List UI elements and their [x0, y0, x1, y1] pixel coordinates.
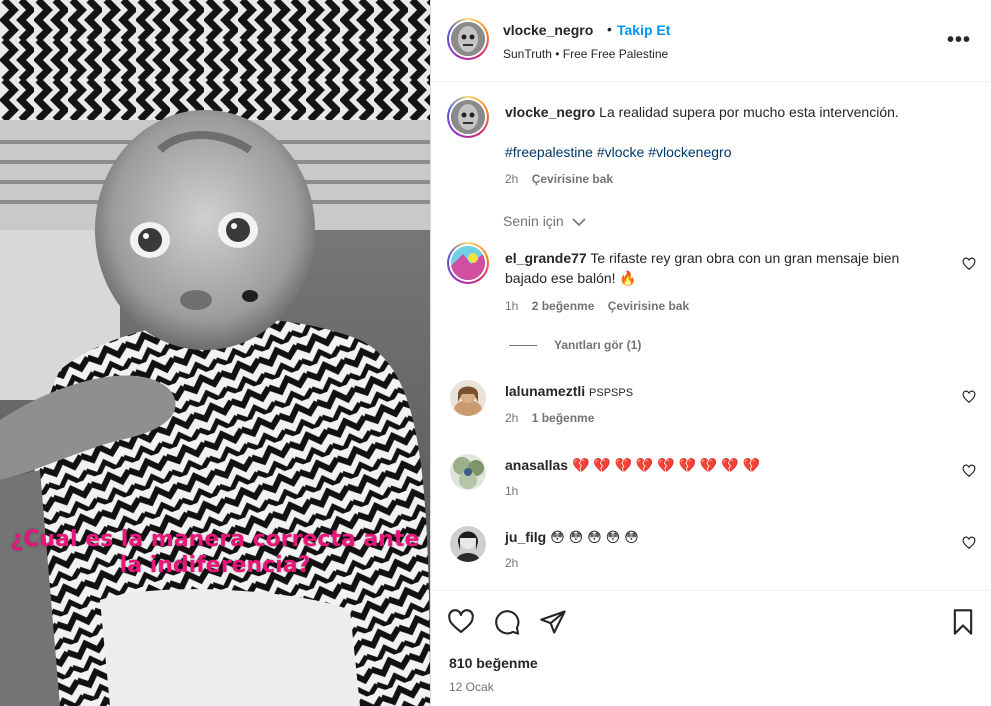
- post-actions: 810 beğenme 12 Ocak: [431, 590, 991, 706]
- comment-avatar-image: [450, 526, 486, 562]
- comment-username[interactable]: ju_filg: [505, 529, 546, 545]
- replies-line: [509, 345, 537, 346]
- comment-text: Te rifaste rey gran obra con un gran men…: [590, 250, 900, 266]
- comment-translate-link[interactable]: Çevirisine bak: [608, 299, 689, 313]
- comment-meta: 2h: [505, 556, 518, 570]
- comment-username[interactable]: lalunameztli: [505, 383, 585, 399]
- likes-count[interactable]: 810 beğenme: [449, 655, 538, 671]
- comment-time[interactable]: 2h: [505, 556, 518, 570]
- view-replies-button[interactable]: Yanıtları gör (1): [554, 338, 641, 352]
- view-replies-label: Yanıtları gör (1): [554, 338, 642, 352]
- comment-time[interactable]: 1h: [505, 299, 518, 313]
- comment-avatar[interactable]: [447, 242, 489, 284]
- comment-text-cont: bajado ese balón! 🔥: [505, 270, 637, 286]
- overlay-caption-line-2: la indiferencia?: [119, 553, 311, 578]
- comment-lalunameztli: lalunameztli PSPSPS: [505, 381, 633, 403]
- post-photo: [0, 0, 430, 706]
- post-media[interactable]: ¿Cual es la manera correcta ante la indi…: [0, 0, 430, 706]
- author-username[interactable]: vlocke_negro: [503, 22, 593, 38]
- comment-meta: 1h 2 beğenme Çevirisine bak: [505, 299, 689, 313]
- author-avatar-image: [451, 22, 485, 56]
- comment-likes[interactable]: 2 beğenme: [532, 299, 595, 313]
- comment-sort-dropdown[interactable]: Senin için: [503, 213, 586, 229]
- share-icon[interactable]: [539, 608, 567, 636]
- comment-meta: 1h: [505, 484, 518, 498]
- follow-button[interactable]: Takip Et: [617, 22, 670, 38]
- comment-avatar-image: [450, 380, 486, 416]
- caption-meta: 2h Çevirisine bak: [505, 172, 613, 186]
- comment-avatar[interactable]: [450, 454, 486, 490]
- post-dialog: ¿Cual es la manera correcta ante la indi…: [0, 0, 991, 706]
- caption-hashtags[interactable]: #freepalestine #vlocke #vlockenegro: [505, 144, 731, 160]
- caption: vlocke_negro La realidad supera por much…: [505, 102, 975, 122]
- comment-meta: 2h 1 beğenme: [505, 411, 594, 425]
- audio-subtitle[interactable]: SunTruth • Free Free Palestine: [503, 47, 668, 61]
- caption-username[interactable]: vlocke_negro: [505, 104, 595, 120]
- caption-text: La realidad supera por mucho esta interv…: [599, 104, 899, 120]
- comment-time[interactable]: 2h: [505, 411, 518, 425]
- caption-time[interactable]: 2h: [505, 172, 518, 186]
- chevron-down-icon: [572, 218, 586, 227]
- author-avatar[interactable]: [447, 18, 489, 60]
- heart-icon[interactable]: [962, 390, 976, 404]
- heart-icon[interactable]: [447, 608, 475, 636]
- comment-text: PSPSPS: [589, 387, 634, 399]
- comment-avatar-image: [451, 246, 485, 280]
- comment-el-grande77: el_grande77 Te rifaste rey gran obra con…: [505, 248, 955, 288]
- comment-icon[interactable]: [493, 608, 521, 636]
- comment-likes[interactable]: 1 beğenme: [532, 411, 595, 425]
- comment-avatar[interactable]: [450, 380, 486, 416]
- comment-sort-label: Senin için: [503, 213, 564, 229]
- comment-text: 💔 💔 💔 💔 💔 💔 💔 💔 💔: [571, 457, 760, 473]
- comment-username[interactable]: el_grande77: [505, 250, 587, 266]
- post-date[interactable]: 12 Ocak: [449, 680, 494, 694]
- comment-text: 😳 😳 😳 😳 😳: [550, 529, 639, 545]
- overlay-caption-line-1: ¿Cual es la manera correcta ante: [10, 527, 420, 552]
- comment-time[interactable]: 1h: [505, 484, 518, 498]
- heart-icon[interactable]: [962, 536, 976, 550]
- caption-avatar[interactable]: [447, 96, 489, 138]
- more-horizontal-icon[interactable]: •••: [947, 30, 971, 50]
- caption-translate-link[interactable]: Çevirisine bak: [532, 172, 613, 186]
- overlay-caption: ¿Cual es la manera correcta ante la indi…: [0, 527, 430, 579]
- heart-icon[interactable]: [962, 257, 976, 271]
- bookmark-icon[interactable]: [949, 608, 977, 636]
- comment-avatar[interactable]: [450, 526, 486, 562]
- comment-avatar-image: [450, 454, 486, 490]
- post-header: vlocke_negro • Takip Et SunTruth • Free …: [431, 0, 991, 82]
- comment-ju-filg: ju_filg 😳 😳 😳 😳 😳: [505, 527, 639, 547]
- heart-icon[interactable]: [962, 464, 976, 478]
- comment-username[interactable]: anasallas: [505, 457, 568, 473]
- comment-anasallas: anasallas 💔 💔 💔 💔 💔 💔 💔 💔 💔: [505, 455, 760, 475]
- caption-avatar-image: [451, 100, 485, 134]
- post-panel: vlocke_negro • Takip Et SunTruth • Free …: [431, 0, 991, 706]
- separator-dot: •: [607, 21, 612, 37]
